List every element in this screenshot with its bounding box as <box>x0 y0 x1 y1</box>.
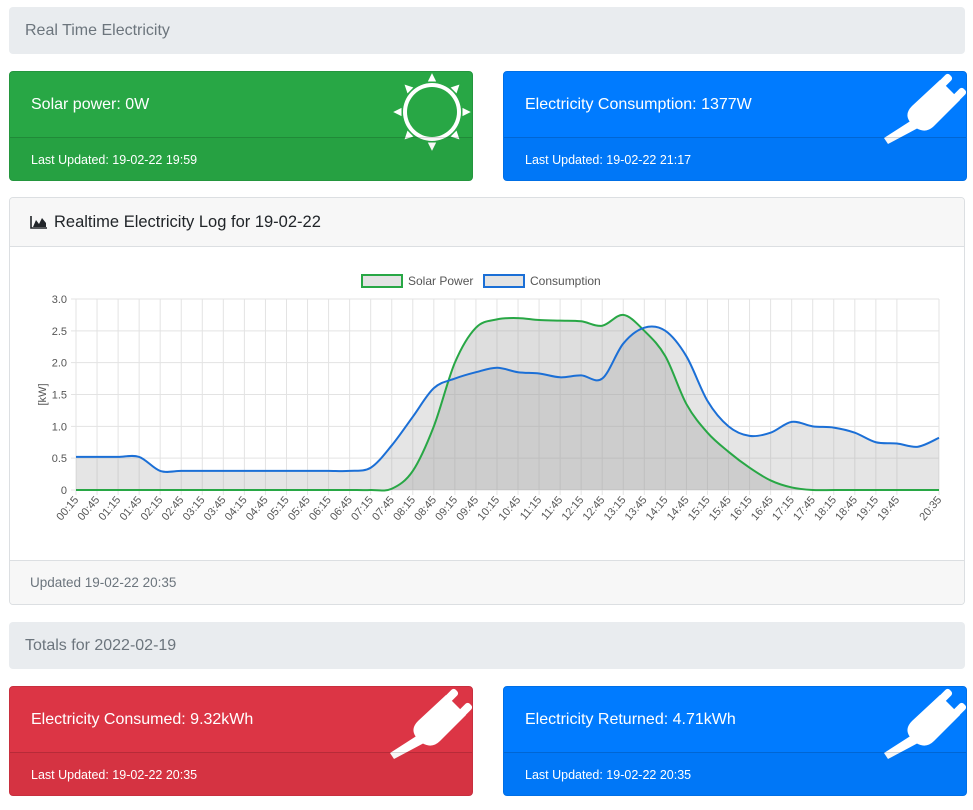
x-tick-label: 09:15 <box>433 494 460 523</box>
returned-updated: Last Updated: 19-02-22 20:35 <box>504 752 966 795</box>
x-tick-label: 14:45 <box>665 494 692 523</box>
x-tick-label: 07:45 <box>370 494 397 523</box>
y-tick-label: 2.0 <box>52 358 67 370</box>
totals-heading-text: Totals for 2022-02-19 <box>25 637 177 654</box>
x-tick-label: 20:35 <box>917 494 944 523</box>
x-tick-label: 19:45 <box>875 494 902 523</box>
y-tick-label: 2.5 <box>52 326 67 338</box>
consumed-updated: Last Updated: 19-02-22 20:35 <box>10 752 472 795</box>
electricity-chart: 00.51.01.52.02.53.000:1500:4501:1501:450… <box>37 274 944 523</box>
x-tick-label: 15:45 <box>707 494 734 523</box>
x-tick-label: 13:45 <box>623 494 650 523</box>
x-tick-label: 00:45 <box>75 494 102 523</box>
x-tick-label: 00:15 <box>54 494 81 523</box>
electricity-log-card: Realtime Electricity Log for 19-02-22 00… <box>9 197 965 605</box>
y-axis-label: [kW] <box>37 384 49 406</box>
x-tick-label: 16:45 <box>749 494 776 523</box>
y-tick-label: 0 <box>61 485 67 497</box>
x-tick-label: 04:15 <box>223 494 250 523</box>
x-tick-label: 12:45 <box>581 494 608 523</box>
y-tick-label: 3.0 <box>52 294 67 306</box>
x-tick-label: 19:15 <box>854 494 881 523</box>
x-tick-label: 17:15 <box>770 494 797 523</box>
x-tick-label: 18:15 <box>812 494 839 523</box>
x-tick-label: 06:15 <box>307 494 334 523</box>
x-tick-label: 08:15 <box>391 494 418 523</box>
consumption-card: Electricity Consumption: 1377W Last Upda… <box>503 71 967 181</box>
x-tick-label: 09:45 <box>454 494 481 523</box>
area-chart-icon <box>30 216 47 229</box>
x-tick-label: 01:15 <box>97 494 124 523</box>
x-tick-label: 05:45 <box>286 494 313 523</box>
consumption-updated: Last Updated: 19-02-22 21:17 <box>504 137 966 180</box>
x-tick-label: 10:45 <box>496 494 523 523</box>
y-tick-label: 0.5 <box>52 453 67 465</box>
x-tick-label: 16:15 <box>728 494 755 523</box>
returned-value: Electricity Returned: 4.71kWh <box>525 711 736 728</box>
electricity-log-footer: Updated 19-02-22 20:35 <box>10 560 964 604</box>
x-tick-label: 05:15 <box>265 494 292 523</box>
realtime-heading-text: Real Time Electricity <box>25 22 170 39</box>
x-tick-label: 01:45 <box>118 494 145 523</box>
consumption-value: Electricity Consumption: 1377W <box>525 96 752 113</box>
solar-power-card: Solar power: 0W Last Updated: 19-02-22 1… <box>9 71 473 181</box>
legend-label: Consumption <box>530 274 601 288</box>
realtime-heading: Real Time Electricity <box>9 7 965 54</box>
legend-swatch <box>361 274 403 288</box>
x-tick-label: 17:45 <box>791 494 818 523</box>
x-tick-label: 04:45 <box>244 494 271 523</box>
x-tick-label: 14:15 <box>644 494 671 523</box>
x-tick-label: 02:45 <box>160 494 187 523</box>
solar-power-value: Solar power: 0W <box>31 96 150 113</box>
x-tick-label: 03:15 <box>181 494 208 523</box>
x-tick-label: 08:45 <box>412 494 439 523</box>
legend-swatch <box>483 274 525 288</box>
y-tick-label: 1.5 <box>52 390 67 402</box>
x-tick-label: 03:45 <box>202 494 229 523</box>
consumed-value: Electricity Consumed: 9.32kWh <box>31 711 254 728</box>
x-tick-label: 07:15 <box>349 494 376 523</box>
legend-label: Solar Power <box>408 274 473 288</box>
x-tick-label: 12:15 <box>560 494 587 523</box>
x-tick-label: 06:45 <box>328 494 355 523</box>
x-tick-label: 18:45 <box>833 494 860 523</box>
x-tick-label: 02:15 <box>139 494 166 523</box>
electricity-log-title: Realtime Electricity Log for 19-02-22 <box>54 212 321 231</box>
electricity-log-header: Realtime Electricity Log for 19-02-22 <box>10 198 964 247</box>
x-tick-label: 11:15 <box>518 494 544 522</box>
returned-card: Electricity Returned: 4.71kWh Last Updat… <box>503 686 967 796</box>
y-tick-label: 1.0 <box>52 421 67 433</box>
x-tick-label: 15:15 <box>686 494 713 523</box>
consumed-card: Electricity Consumed: 9.32kWh Last Updat… <box>9 686 473 796</box>
solar-power-updated: Last Updated: 19-02-22 19:59 <box>10 137 472 180</box>
totals-heading: Totals for 2022-02-19 <box>9 622 965 669</box>
x-tick-label: 13:15 <box>602 494 629 523</box>
x-tick-label: 10:15 <box>475 494 502 523</box>
